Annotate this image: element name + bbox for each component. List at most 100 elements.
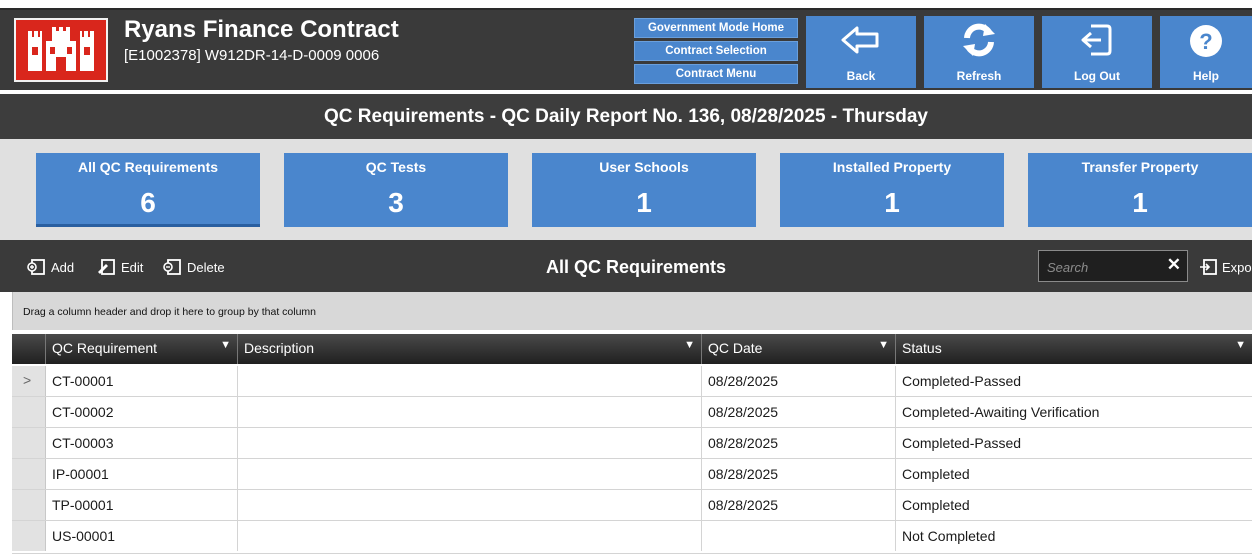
contract-selection-button[interactable]: Contract Selection [634, 41, 798, 61]
summary-tiles: All QC Requirements 6 QC Tests 3 User Sc… [0, 139, 1252, 240]
row-indicator[interactable] [12, 459, 46, 489]
add-button[interactable]: Add [26, 258, 74, 276]
column-header-label: Status [902, 340, 942, 356]
cell-qc-requirement[interactable]: US-00001 [46, 521, 238, 551]
cell-status[interactable]: Completed [896, 490, 1252, 520]
contract-menu-button[interactable]: Contract Menu [634, 64, 798, 84]
cell-description[interactable] [238, 428, 702, 458]
contract-id: [E1002378] W912DR-14-D-0009 0006 [124, 47, 380, 64]
tile-count: 1 [636, 187, 652, 218]
tile-installed-property[interactable]: Installed Property 1 [780, 153, 1004, 227]
cell-qc-date[interactable]: 08/28/2025 [702, 366, 896, 396]
tile-user-schools[interactable]: User Schools 1 [532, 153, 756, 227]
row-indicator[interactable] [12, 490, 46, 520]
row-indicator[interactable] [12, 521, 46, 551]
table-row[interactable]: US-00001 Not Completed [12, 521, 1252, 554]
search-box: ✕ [1038, 250, 1188, 282]
clear-search-icon[interactable]: ✕ [1167, 255, 1181, 275]
government-mode-home-button[interactable]: Government Mode Home [634, 18, 798, 38]
add-icon [27, 259, 45, 275]
log-out-label: Log Out [1074, 69, 1120, 83]
filter-icon[interactable]: ▼ [684, 339, 695, 351]
refresh-button[interactable]: Refresh [924, 16, 1034, 88]
cell-description[interactable] [238, 366, 702, 396]
help-button[interactable]: ? Help [1160, 16, 1252, 88]
table-row[interactable]: TP-00001 08/28/2025 Completed [12, 490, 1252, 521]
castle-logo-icon [14, 18, 108, 82]
app-header: Ryans Finance Contract [E1002378] W912DR… [0, 8, 1252, 90]
cell-qc-requirement[interactable]: CT-00002 [46, 397, 238, 427]
export-label: Expo [1222, 259, 1252, 275]
cell-qc-date[interactable]: 08/28/2025 [702, 428, 896, 458]
edit-button[interactable]: Edit [96, 258, 143, 276]
tile-all-qc-requirements[interactable]: All QC Requirements 6 [36, 153, 260, 227]
edit-label: Edit [121, 259, 144, 275]
column-header-status[interactable]: Status ▼ [896, 334, 1252, 364]
cell-description[interactable] [238, 397, 702, 427]
cell-description[interactable] [238, 521, 702, 551]
row-indicator[interactable] [12, 428, 46, 458]
cell-status[interactable]: Completed-Passed [896, 366, 1252, 396]
tile-qc-tests[interactable]: QC Tests 3 [284, 153, 508, 227]
table-row[interactable]: IP-00001 08/28/2025 Completed [12, 459, 1252, 490]
tile-label: User Schools [599, 159, 689, 175]
table-row[interactable]: CT-00002 08/28/2025 Completed-Awaiting V… [12, 397, 1252, 428]
delete-button[interactable]: Delete [162, 258, 225, 276]
group-by-panel[interactable]: Drag a column header and drop it here to… [12, 292, 1252, 330]
grid-title: All QC Requirements [546, 257, 727, 277]
refresh-label: Refresh [956, 69, 1002, 83]
help-icon: ? [1160, 22, 1252, 60]
tile-count: 6 [140, 187, 156, 218]
cell-description[interactable] [238, 490, 702, 520]
page-title: QC Requirements - QC Daily Report No. 13… [0, 94, 1252, 139]
tile-label: All QC Requirements [77, 159, 219, 175]
delete-icon [163, 259, 181, 275]
filter-icon[interactable]: ▼ [220, 339, 231, 351]
tile-label: Transfer Property [1081, 159, 1199, 175]
cell-qc-date[interactable]: 08/28/2025 [702, 397, 896, 427]
cell-qc-requirement[interactable]: CT-00003 [46, 428, 238, 458]
cell-description[interactable] [238, 459, 702, 489]
cell-qc-date[interactable]: 08/28/2025 [702, 459, 896, 489]
group-hint-text: Drag a column header and drop it here to… [23, 306, 317, 318]
cell-status[interactable]: Not Completed [896, 521, 1252, 551]
current-row-arrow-icon: > [23, 372, 32, 388]
export-button[interactable]: Expo [1198, 258, 1252, 276]
cell-status[interactable]: Completed-Awaiting Verification [896, 397, 1252, 427]
back-arrow-icon [806, 22, 916, 58]
cell-qc-requirement[interactable]: IP-00001 [46, 459, 238, 489]
cell-qc-requirement[interactable]: TP-00001 [46, 490, 238, 520]
cell-status[interactable]: Completed [896, 459, 1252, 489]
column-header-qc-requirement[interactable]: QC Requirement ▼ [46, 334, 238, 364]
refresh-icon [924, 22, 1034, 58]
grid-header: QC Requirement ▼ Description ▼ QC Date ▼… [12, 334, 1252, 364]
cell-qc-date[interactable] [702, 521, 896, 551]
logout-icon [1042, 22, 1152, 58]
table-row[interactable]: > CT-00001 08/28/2025 Completed-Passed [12, 366, 1252, 397]
column-header-label: QC Requirement [52, 340, 158, 356]
filter-icon[interactable]: ▼ [878, 339, 889, 351]
help-label: Help [1192, 69, 1219, 83]
grid-toolbar: Add Edit Delete All QC Requirements ✕ Ex… [0, 240, 1252, 292]
app-title: Ryans Finance Contract [124, 16, 399, 43]
cell-qc-requirement[interactable]: CT-00001 [46, 366, 238, 396]
cell-qc-date[interactable]: 08/28/2025 [702, 490, 896, 520]
tile-count: 1 [1132, 187, 1148, 218]
search-input[interactable] [1045, 256, 1169, 278]
tile-transfer-property[interactable]: Transfer Property 1 [1028, 153, 1252, 227]
row-indicator[interactable]: > [12, 366, 46, 396]
back-button[interactable]: Back [806, 16, 916, 88]
log-out-button[interactable]: Log Out [1042, 16, 1152, 88]
add-label: Add [51, 259, 75, 275]
back-label: Back [846, 69, 876, 83]
column-header-label: QC Date [708, 340, 763, 356]
filter-icon[interactable]: ▼ [1235, 339, 1246, 351]
delete-label: Delete [187, 259, 225, 275]
column-header-description[interactable]: Description ▼ [238, 334, 702, 364]
tile-count: 3 [388, 187, 404, 218]
column-header-qc-date[interactable]: QC Date ▼ [702, 334, 896, 364]
cell-status[interactable]: Completed-Passed [896, 428, 1252, 458]
row-indicator[interactable] [12, 397, 46, 427]
table-row[interactable]: CT-00003 08/28/2025 Completed-Passed [12, 428, 1252, 459]
edit-icon [98, 259, 115, 275]
